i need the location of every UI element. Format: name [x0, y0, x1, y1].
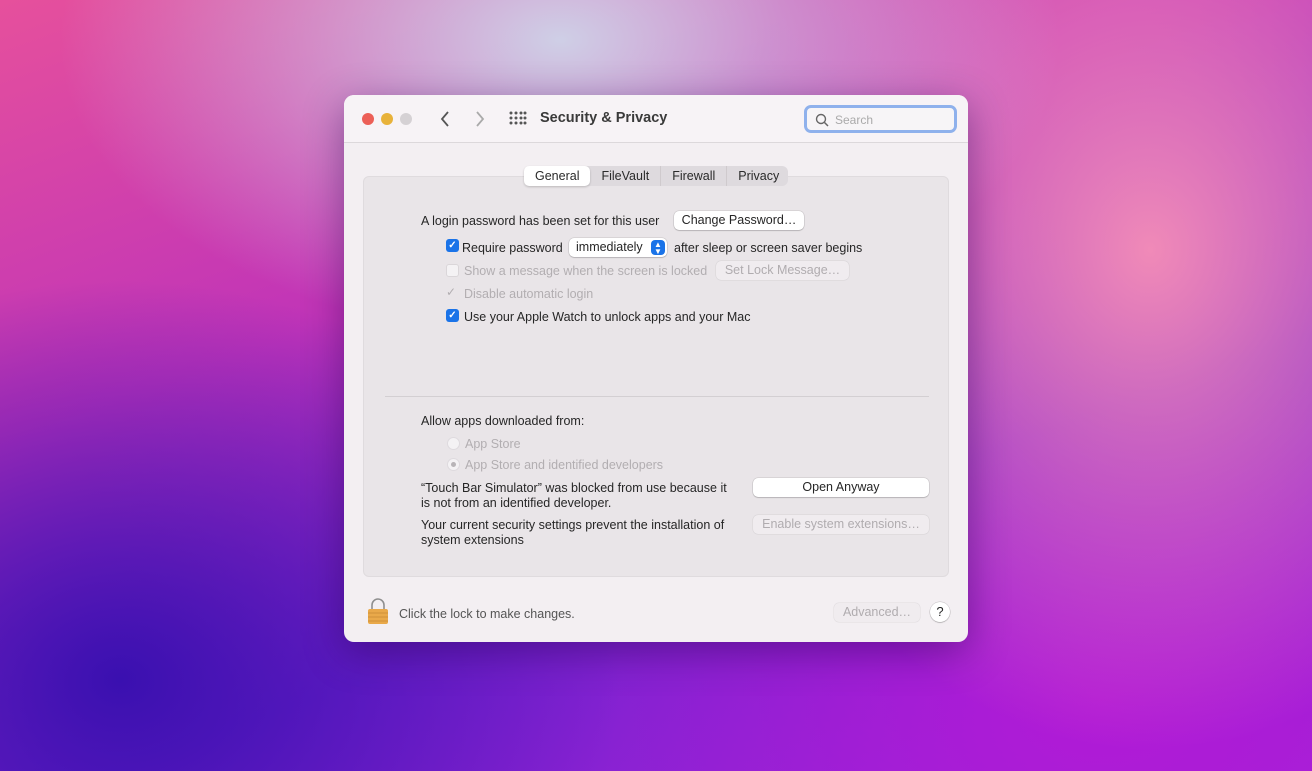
- login-password-text: A login password has been set for this u…: [421, 214, 660, 228]
- content-panel: A login password has been set for this u…: [363, 176, 949, 577]
- require-password-checkbox[interactable]: ✓: [446, 239, 459, 252]
- search-input[interactable]: Search: [804, 105, 957, 133]
- disable-login-label: Disable automatic login: [464, 287, 594, 301]
- radio-app-store[interactable]: [447, 437, 460, 450]
- tab-privacy[interactable]: Privacy: [727, 166, 790, 186]
- require-password-suffix: after sleep or screen saver begins: [674, 241, 863, 255]
- extensions-text-line2: system extensions: [421, 533, 524, 547]
- zoom-button[interactable]: [400, 113, 412, 125]
- radio-identified-label: App Store and identified developers: [465, 458, 664, 472]
- extensions-text-line1: Your current security settings prevent t…: [421, 518, 725, 532]
- apple-watch-checkbox[interactable]: ✓: [446, 309, 459, 322]
- updown-chevron-icon: ▲ ▼: [651, 240, 665, 256]
- tab-filevault[interactable]: FileVault: [590, 166, 662, 186]
- advanced-button[interactable]: Advanced…: [834, 603, 920, 622]
- title-bar: Security & Privacy Search: [344, 95, 968, 143]
- grid-icon[interactable]: [509, 111, 527, 127]
- divider: [385, 396, 929, 397]
- lock-text: Click the lock to make changes.: [399, 607, 575, 621]
- close-button[interactable]: [362, 113, 374, 125]
- help-button[interactable]: ?: [930, 602, 950, 622]
- back-icon[interactable]: [439, 110, 451, 128]
- search-icon: [815, 113, 829, 127]
- allow-apps-label: Allow apps downloaded from:: [421, 414, 585, 428]
- minimize-button[interactable]: [381, 113, 393, 125]
- show-message-checkbox[interactable]: [446, 264, 459, 277]
- tab-bar: General FileVault Firewall Privacy: [524, 166, 788, 186]
- require-password-select[interactable]: immediately ▲ ▼: [569, 238, 667, 257]
- window-title: Security & Privacy: [540, 110, 668, 126]
- security-privacy-window: Security & Privacy Search A login passwo…: [344, 95, 968, 642]
- radio-identified-developers[interactable]: [447, 458, 460, 471]
- show-message-label: Show a message when the screen is locked: [464, 264, 708, 278]
- set-lock-message-button[interactable]: Set Lock Message…: [716, 261, 849, 280]
- enable-system-extensions-button[interactable]: Enable system extensions…: [753, 515, 929, 534]
- apple-watch-label: Use your Apple Watch to unlock apps and …: [464, 310, 751, 324]
- require-password-label: Require password: [462, 241, 563, 255]
- forward-icon[interactable]: [474, 110, 486, 128]
- tab-general[interactable]: General: [524, 166, 591, 186]
- open-anyway-button[interactable]: Open Anyway: [753, 478, 929, 497]
- blocked-text-line2: is not from an identified developer.: [421, 496, 612, 510]
- disable-login-checkbox[interactable]: ✓: [446, 285, 456, 299]
- blocked-text-line1: “Touch Bar Simulator” was blocked from u…: [421, 481, 727, 495]
- search-placeholder: Search: [835, 113, 874, 127]
- radio-app-store-label: App Store: [465, 437, 521, 451]
- select-value: immediately: [576, 240, 643, 254]
- lock-icon[interactable]: [367, 598, 389, 624]
- change-password-button[interactable]: Change Password…: [674, 211, 804, 230]
- tab-firewall[interactable]: Firewall: [661, 166, 728, 186]
